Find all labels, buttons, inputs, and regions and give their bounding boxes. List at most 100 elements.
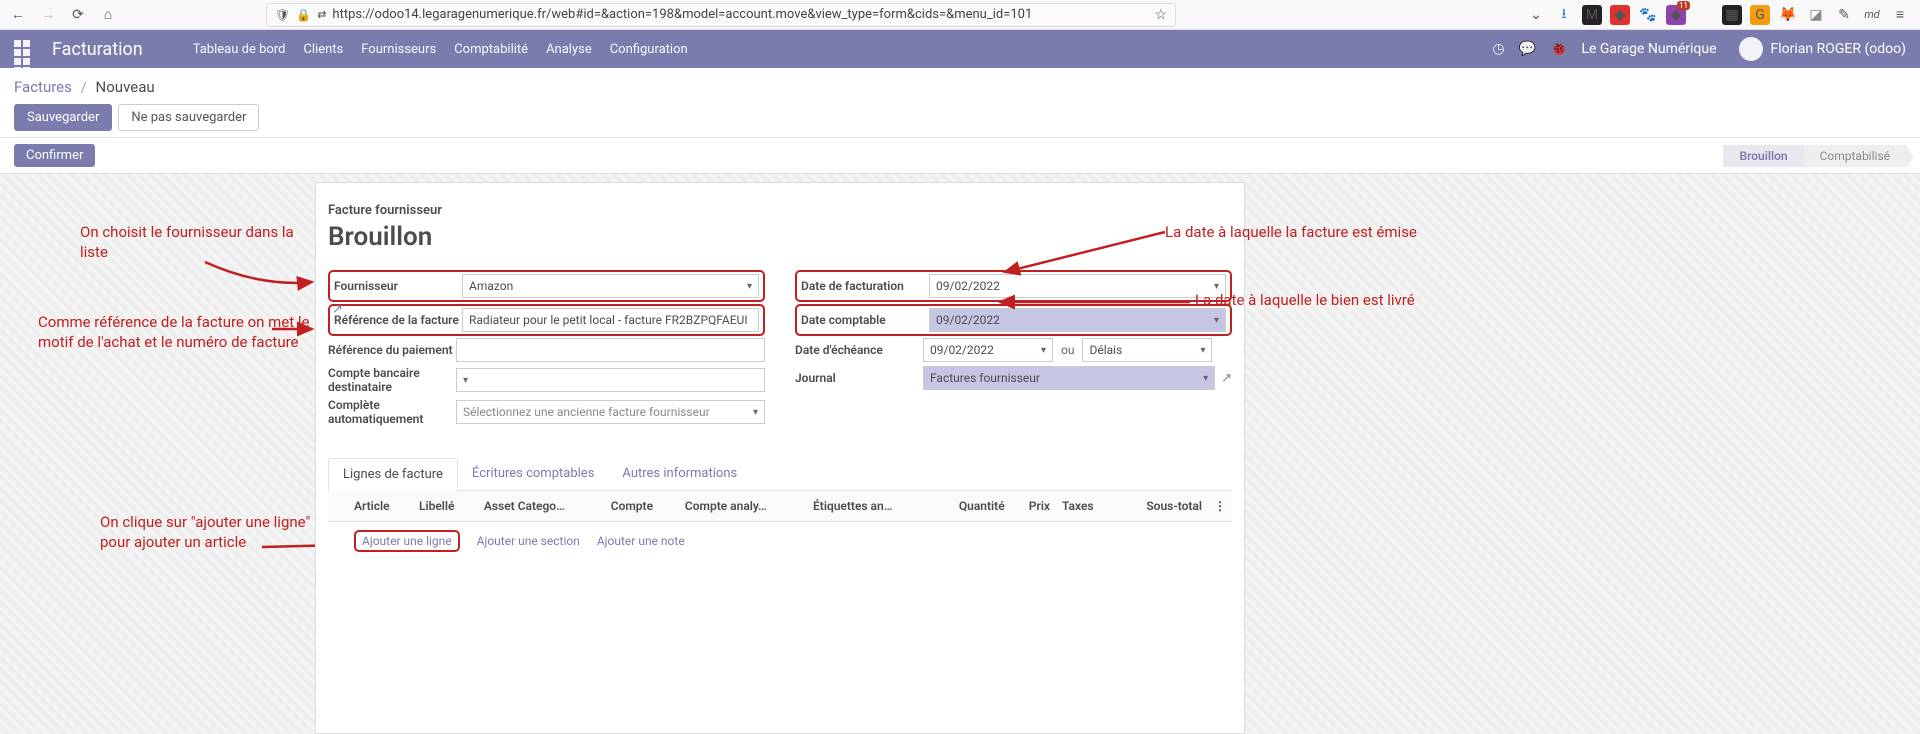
th-article: Article	[348, 491, 413, 522]
input-ref[interactable]: Radiateur pour le petit local - facture …	[462, 308, 759, 332]
menu-accounting[interactable]: Comptabilité	[454, 42, 528, 57]
th-price: Prix	[1011, 491, 1056, 522]
menu-dashboard[interactable]: Tableau de bord	[193, 42, 286, 57]
ext-fox-icon[interactable]: 🦊	[1778, 5, 1798, 25]
app-name[interactable]: Facturation	[52, 39, 143, 60]
tab-entries[interactable]: Écritures comptables	[458, 458, 608, 490]
annotations-right: La date à laquelle la facture est émise …	[1245, 182, 1920, 734]
input-payref[interactable]	[456, 338, 765, 362]
menu-customers[interactable]: Clients	[303, 42, 343, 57]
ext-md-icon[interactable]: md	[1862, 5, 1882, 25]
label-bank: Compte bancaire destinataire	[328, 366, 456, 394]
th-taxes: Taxes	[1056, 491, 1116, 522]
extensions-tray: ⌄ ⭳ M ◆ 🐾 ◆11 ▦ G 🦊 ◪ ✎ md ≡	[1526, 5, 1914, 25]
input-bank[interactable]	[456, 368, 765, 392]
save-button[interactable]: Sauvegarder	[14, 104, 112, 131]
url-text: https://odoo14.legaragenumerique.fr/web#…	[332, 7, 1032, 22]
forward-icon[interactable]: →	[36, 3, 60, 27]
th-account: Compte	[605, 491, 679, 522]
input-due-date[interactable]: 09/02/2022	[923, 338, 1053, 362]
debug-icon[interactable]: 🐞	[1550, 41, 1567, 57]
home-icon[interactable]: ⌂	[96, 3, 120, 27]
ext-toggle-icon[interactable]: ◪	[1806, 5, 1826, 25]
invoice-lines-table: Article Libellé Asset Catego… Compte Com…	[328, 491, 1232, 620]
breadcrumb-current: Nouveau	[96, 78, 155, 96]
ext-bitwarden-icon[interactable]: ◆11	[1666, 5, 1686, 25]
ext-m-icon[interactable]: M	[1582, 5, 1602, 25]
reload-icon[interactable]: ⟳	[66, 3, 90, 27]
input-payment-terms[interactable]: Délais	[1082, 338, 1212, 362]
stage-posted[interactable]: Comptabilisé	[1804, 145, 1906, 167]
company-name[interactable]: Le Garage Numérique	[1581, 41, 1716, 57]
bookmark-icon[interactable]: ☆	[1154, 7, 1167, 23]
tab-other[interactable]: Autres informations	[608, 458, 751, 490]
form-sheet: Facture fournisseur Brouillon Fournisseu…	[315, 182, 1245, 734]
main-menu: Tableau de bord Clients Fournisseurs Com…	[193, 42, 688, 57]
odoo-navbar: Facturation Tableau de bord Clients Four…	[0, 30, 1920, 68]
discard-button[interactable]: Ne pas sauvegarder	[118, 104, 259, 131]
th-kebab[interactable]: ⋮	[1208, 491, 1232, 522]
confirm-button[interactable]: Confirmer	[14, 144, 95, 167]
label-invoice-date: Date de facturation	[801, 279, 929, 293]
lock-icon: 🔒	[296, 8, 311, 22]
th-qty: Quantité	[932, 491, 1011, 522]
journal-external-icon[interactable]: ↗	[1221, 371, 1232, 386]
label-journal: Journal	[795, 371, 923, 385]
input-fournisseur[interactable]: Amazon	[462, 274, 759, 298]
shield-icon: 🛡	[275, 8, 290, 22]
ext-g-icon[interactable]: G	[1750, 5, 1770, 25]
stage-draft[interactable]: Brouillon	[1723, 145, 1803, 167]
add-line-link[interactable]: Ajouter une ligne	[354, 530, 460, 552]
ext-gap	[1694, 5, 1714, 25]
url-bar[interactable]: 🛡 🔒 ⇄ https://odoo14.legaragenumerique.f…	[266, 3, 1176, 27]
add-section-link[interactable]: Ajouter une section	[477, 534, 580, 548]
apps-icon[interactable]	[14, 40, 32, 58]
form-subtitle: Facture fournisseur	[328, 203, 1232, 218]
control-panel: Factures / Nouveau Sauvegarder Ne pas sa…	[0, 68, 1920, 138]
user-menu[interactable]: Florian ROGER (odoo)	[1739, 37, 1906, 61]
tabs: Lignes de facture Écritures comptables A…	[328, 458, 1232, 491]
download-icon[interactable]: ⭳	[1554, 5, 1574, 25]
menu-vendors[interactable]: Fournisseurs	[361, 42, 436, 57]
annotation-reference: Comme référence de la facture on met le …	[38, 312, 315, 353]
input-autocomplete[interactable]: Sélectionnez une ancienne facture fourni…	[456, 400, 765, 424]
add-note-link[interactable]: Ajouter une note	[597, 534, 685, 548]
statusbar-stages: Brouillon Comptabilisé	[1723, 145, 1906, 167]
th-tags: Étiquettes an…	[807, 491, 932, 522]
input-invoice-date[interactable]: 09/02/2022	[929, 274, 1226, 298]
permissions-icon: ⇄	[317, 8, 326, 21]
clock-icon[interactable]: ◷	[1492, 41, 1504, 57]
ext-cal-icon[interactable]: ▦	[1722, 5, 1742, 25]
pocket-icon[interactable]: ⌄	[1526, 5, 1546, 25]
menu-analysis[interactable]: Analyse	[546, 42, 592, 57]
avatar	[1739, 37, 1763, 61]
form-title: Brouillon	[328, 222, 1232, 252]
th-label: Libellé	[413, 491, 478, 522]
ext-foot-icon[interactable]: 🐾	[1638, 5, 1658, 25]
tab-lines[interactable]: Lignes de facture	[328, 458, 458, 491]
annotation-accounting-date: La date à laquelle le bien est livré	[1195, 290, 1415, 310]
label-accounting-date: Date comptable	[801, 313, 929, 327]
label-fournisseur: Fournisseur	[334, 279, 462, 293]
th-subtotal: Sous-total	[1116, 491, 1208, 522]
chat-icon[interactable]: 💬	[1519, 41, 1536, 57]
ublock-icon[interactable]: ◆	[1610, 5, 1630, 25]
hamburger-icon[interactable]: ≡	[1890, 5, 1910, 25]
browser-toolbar: ← → ⟳ ⌂ 🛡 🔒 ⇄ https://odoo14.legaragenum…	[0, 0, 1920, 30]
annotations-left: On choisit le fournisseur dans la liste …	[0, 182, 315, 734]
input-journal[interactable]: Factures fournisseur	[923, 366, 1215, 390]
menu-config[interactable]: Configuration	[610, 42, 688, 57]
back-icon[interactable]: ←	[6, 3, 30, 27]
breadcrumb: Factures / Nouveau	[14, 78, 1906, 96]
input-accounting-date[interactable]: 09/02/2022	[929, 308, 1226, 332]
label-payref: Référence du paiement	[328, 343, 456, 357]
ext-picker-icon[interactable]: ✎	[1834, 5, 1854, 25]
annotation-invoice-date: La date à laquelle la facture est émise	[1165, 222, 1417, 242]
external-link-icon[interactable]: ↗	[332, 302, 343, 317]
breadcrumb-root[interactable]: Factures	[14, 78, 72, 96]
form-area: On choisit le fournisseur dans la liste …	[0, 174, 1920, 734]
th-analytic: Compte analy…	[679, 491, 807, 522]
label-ref: Référence de la facture	[334, 313, 462, 327]
annotation-addline: On clique sur "ajouter une ligne" pour a…	[100, 512, 315, 553]
form-left-col: Fournisseur Amazon ↗ Référence de la fac…	[328, 270, 765, 428]
